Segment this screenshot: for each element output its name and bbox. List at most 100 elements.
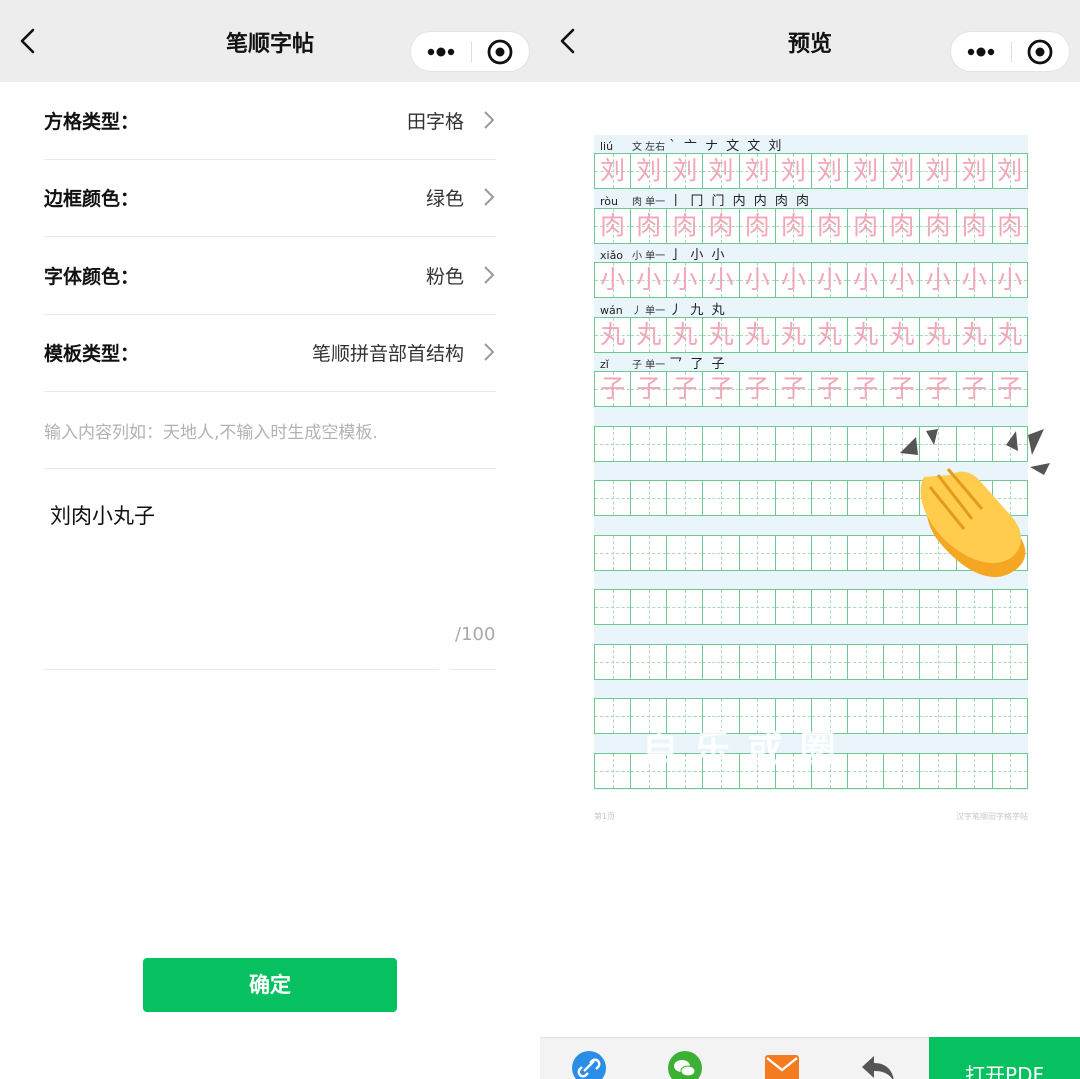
tianzige-cell [666, 480, 703, 516]
row-header: xiǎo 小 单一亅 小 小 [600, 244, 727, 263]
tianzige-cell: 刘 [594, 153, 631, 189]
tianzige-cell [919, 643, 956, 680]
tianzige-cell [883, 643, 920, 680]
pinyin-label: xiǎo [600, 249, 624, 262]
tianzige-cell: 刘 [919, 153, 956, 189]
trace-character: 子 [708, 374, 734, 403]
tianzige-cell: 刘 [883, 153, 920, 189]
tianzige-cell: 肉 [666, 207, 703, 244]
tianzige-cell [594, 534, 631, 571]
nav-bar: 笔顺字帖 [0, 0, 540, 82]
clapping-hands-emoji-icon [900, 429, 1050, 578]
tianzige-cell: 小 [955, 262, 992, 298]
tianzige-cell [738, 425, 775, 462]
setting-border-color[interactable]: 边框颜色： 绿色 [44, 159, 496, 237]
tianzige-cell: 丸 [883, 316, 920, 353]
tianzige-cell: 子 [702, 371, 739, 407]
tianzige-cell [991, 643, 1028, 680]
more-icon[interactable] [951, 32, 1011, 71]
tianzige-cell [919, 698, 956, 734]
setting-font-color[interactable]: 字体颜色： 粉色 [44, 237, 496, 315]
tianzige-cell [630, 480, 667, 516]
settings-panel: 笔顺字帖 方格类型： 田字格 边框颜色： 绿色 字体颜色： 粉色 模板类型： 笔… [0, 0, 540, 1079]
trace-character: 小 [889, 265, 915, 294]
tianzige-cell [847, 698, 884, 734]
tianzige-cell: 肉 [774, 207, 812, 244]
trace-character: 丸 [744, 319, 770, 349]
trace-character: 丸 [889, 319, 915, 349]
char-counter: /100 [455, 624, 496, 645]
share-back-icon[interactable] [860, 1050, 896, 1079]
trace-character: 小 [817, 265, 843, 294]
trace-character: 小 [708, 265, 734, 294]
trace-character: 肉 [961, 210, 987, 240]
trace-character: 子 [600, 374, 626, 403]
setting-value: 田字格 [406, 111, 464, 133]
tianzige-cell [702, 534, 739, 571]
confirm-button[interactable]: 确定 [143, 958, 397, 1012]
tianzige-cell: 小 [919, 262, 956, 298]
tianzige-cell [630, 643, 667, 680]
trace-character: 小 [744, 265, 770, 294]
back-icon[interactable] [14, 26, 44, 56]
tianzige-cell: 丸 [955, 316, 992, 353]
tianzige-cell [666, 643, 703, 680]
trace-character: 肉 [600, 210, 626, 240]
tianzige-cell [630, 534, 667, 571]
stroke-order-label: 亅 小 小 [669, 248, 727, 263]
worksheet-preview[interactable]: liú 文 左右 ˋ 亠 ナ 文 文 刘刘刘刘刘刘刘刘刘刘刘刘刘 ròu 肉 单一丨 冂… [594, 135, 1050, 825]
tianzige-cell [883, 752, 920, 789]
trace-character: 小 [925, 265, 951, 294]
tianzige-cell [955, 698, 992, 734]
input-placeholder: 输入内容列如：天地人,不输入时生成空模板. [44, 423, 378, 443]
tianzige-cell: 肉 [991, 207, 1028, 244]
setting-grid-type[interactable]: 方格类型： 田字格 [44, 82, 496, 160]
tianzige-cell [774, 534, 812, 571]
radical-structure-label: 肉 单一 [632, 196, 666, 208]
setting-template-type[interactable]: 模板类型： 笔顺拼音部首结构 [44, 314, 496, 392]
mail-icon[interactable] [764, 1050, 800, 1079]
tianzige-cell [666, 589, 703, 625]
tianzige-cell [810, 534, 848, 571]
tianzige-cell: 丸 [810, 316, 848, 353]
pinyin-label: zǐ [600, 358, 609, 371]
trace-character: 丸 [925, 319, 951, 349]
tianzige-cell [738, 643, 775, 680]
tianzige-cell: 肉 [919, 207, 956, 244]
tianzige-cell: 子 [919, 371, 956, 407]
setting-label: 边框颜色： [44, 188, 140, 210]
trace-character: 刘 [817, 156, 843, 185]
open-pdf-button[interactable]: 打开PDF [929, 1037, 1080, 1079]
trace-character: 刘 [889, 156, 915, 185]
back-icon[interactable] [554, 26, 584, 56]
stroke-order-label: 丿 九 丸 [669, 302, 727, 318]
trace-character: 刘 [708, 156, 734, 185]
tianzige-cell: 子 [810, 371, 848, 407]
tianzige-cell [847, 480, 884, 516]
link-icon[interactable] [571, 1050, 607, 1079]
tianzige-cell [955, 643, 992, 680]
tianzige-cell: 刘 [955, 153, 992, 189]
tianzige-cell: 肉 [847, 207, 884, 244]
pinyin-label: liú [600, 140, 614, 153]
tianzige-cell: 小 [702, 262, 739, 298]
tianzige-cell: 丸 [630, 316, 667, 353]
tianzige-grid-row: 丸丸丸丸丸丸丸丸丸丸丸丸 [594, 316, 1028, 353]
tianzige-cell: 子 [594, 371, 631, 407]
trace-character: 小 [853, 265, 879, 294]
pinyin-label: ròu [600, 194, 618, 208]
content-textarea[interactable]: 刘肉小丸子 [50, 500, 440, 530]
setting-label: 字体颜色： [44, 266, 140, 288]
wechat-icon[interactable] [667, 1050, 703, 1079]
close-target-icon[interactable] [472, 32, 530, 71]
tianzige-cell [774, 425, 812, 462]
tianzige-cell: 小 [991, 262, 1028, 298]
trace-character: 丸 [997, 319, 1023, 349]
more-icon[interactable] [411, 32, 471, 71]
tianzige-cell [594, 425, 631, 462]
close-target-icon[interactable] [1012, 32, 1070, 71]
tianzige-cell [666, 534, 703, 571]
row-header: wán 丿 单一丿 九 丸 [600, 299, 727, 318]
tianzige-cell [774, 643, 812, 680]
trace-character: 子 [672, 374, 698, 403]
